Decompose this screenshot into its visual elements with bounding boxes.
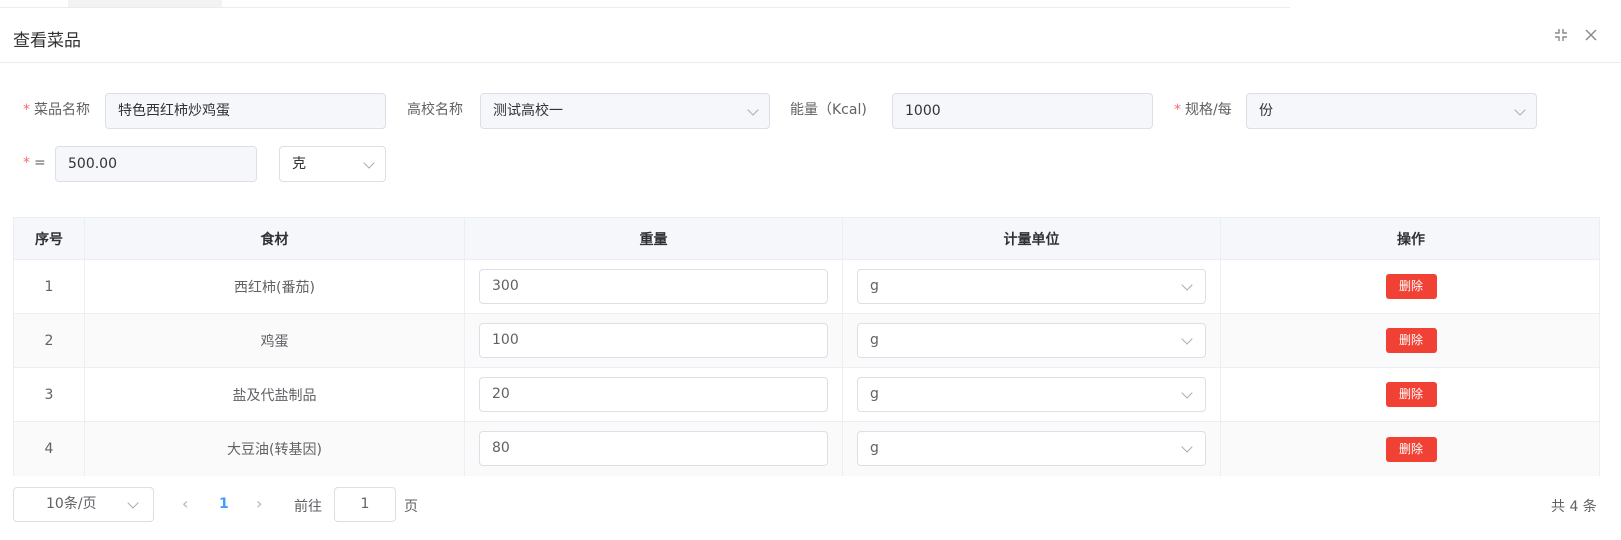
chevron-down-icon: [1181, 387, 1193, 399]
weight-input[interactable]: 20: [479, 377, 828, 412]
spec-label: * 规格/每: [1174, 102, 1232, 118]
weight-input[interactable]: 100: [479, 323, 828, 358]
header-unit: 计量单位: [843, 218, 1221, 259]
total-count: 共 4 条: [1551, 499, 1597, 515]
dish-name-input[interactable]: 特色西红柿炒鸡蛋: [105, 93, 386, 129]
row-index: 4: [14, 422, 85, 476]
chevron-right-icon[interactable]: ›: [256, 496, 266, 512]
dialog-header: 查看菜品: [0, 8, 1621, 63]
top-tab-strip: [0, 0, 1290, 8]
quantity-input[interactable]: 500.00: [55, 146, 257, 182]
header-index: 序号: [14, 218, 85, 259]
row-ingredient: 西红柿(番茄): [85, 260, 465, 313]
dialog-title: 查看菜品: [13, 31, 81, 51]
pagination: 10条/页 ‹ 1 › 前往 1 页 共 4 条: [0, 487, 1621, 523]
chevron-down-icon: [363, 157, 375, 169]
spec-select[interactable]: 份: [1246, 93, 1537, 129]
header-action: 操作: [1397, 231, 1425, 248]
delete-button[interactable]: 删除: [1385, 328, 1437, 353]
goto-label: 前往: [294, 499, 322, 515]
header-ingredient: 食材: [85, 218, 465, 259]
row-ingredient: 大豆油(转基因): [85, 422, 465, 476]
unit-select[interactable]: g: [857, 431, 1206, 466]
delete-button[interactable]: 删除: [1385, 382, 1437, 407]
energy-label: 能量（Kcal): [790, 102, 867, 118]
row-index: 3: [14, 368, 85, 421]
chevron-down-icon: [747, 104, 759, 116]
unit-select[interactable]: 克: [279, 146, 386, 182]
chevron-down-icon: [1181, 333, 1193, 345]
goto-page-input[interactable]: 1: [334, 487, 396, 522]
delete-button[interactable]: 删除: [1385, 436, 1437, 462]
chevron-left-icon[interactable]: ‹: [182, 496, 192, 512]
header-weight: 重量: [465, 218, 843, 259]
school-select[interactable]: 测试高校一: [480, 93, 770, 129]
weight-input[interactable]: 300: [479, 269, 828, 304]
compress-icon[interactable]: [1553, 27, 1569, 43]
table-row: 2 鸡蛋 100 g 删除: [14, 314, 1599, 368]
chevron-down-icon: [1181, 279, 1193, 291]
table-row: 4 大豆油(转基因) 80 g 删除: [14, 422, 1599, 476]
row-ingredient: 盐及代盐制品: [85, 368, 465, 421]
table-row: 1 西红柿(番茄) 300 g 删除: [14, 260, 1599, 314]
close-icon[interactable]: [1583, 27, 1599, 43]
school-label: 高校名称: [407, 102, 463, 118]
unit-select[interactable]: g: [857, 323, 1206, 358]
weight-input[interactable]: 80: [479, 431, 828, 466]
page-suffix-label: 页: [404, 499, 418, 515]
energy-input[interactable]: 1000: [892, 93, 1153, 129]
row-index: 2: [14, 314, 85, 367]
unit-select[interactable]: g: [857, 377, 1206, 412]
table-header-row: 序号 食材 重量 计量单位 操作: [14, 218, 1599, 260]
page-size-select[interactable]: 10条/页: [13, 487, 154, 522]
equals-label: * =: [23, 155, 46, 171]
table-row: 3 盐及代盐制品 20 g 删除: [14, 368, 1599, 422]
dish-name-label: * 菜品名称: [23, 102, 90, 118]
unit-select[interactable]: g: [857, 269, 1206, 304]
row-index: 1: [14, 260, 85, 313]
chevron-down-icon: [1181, 441, 1193, 453]
page-number[interactable]: 1: [219, 496, 229, 512]
row-ingredient: 鸡蛋: [85, 314, 465, 367]
delete-button[interactable]: 删除: [1385, 274, 1437, 299]
ingredients-table: 序号 食材 重量 计量单位 操作 1 西红柿(番茄) 300 g 删除 2 鸡蛋…: [13, 217, 1600, 476]
active-tab-indicator[interactable]: [68, 0, 222, 7]
chevron-down-icon: [1514, 104, 1526, 116]
chevron-down-icon: [127, 497, 139, 509]
